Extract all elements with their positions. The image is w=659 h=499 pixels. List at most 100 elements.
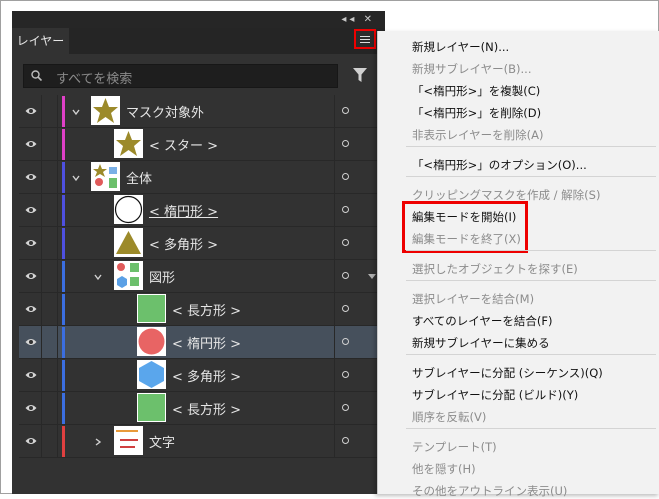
layer-row[interactable]: < 長方形 > bbox=[19, 392, 382, 425]
column-divider bbox=[334, 392, 335, 425]
layer-row[interactable]: < 長方形 > bbox=[19, 293, 382, 326]
eye-icon[interactable] bbox=[25, 139, 37, 149]
layer-row[interactable]: < 多角形 > bbox=[19, 227, 382, 260]
layer-thumbnail bbox=[137, 294, 166, 323]
column-divider bbox=[41, 425, 42, 458]
target-circle-icon[interactable] bbox=[342, 404, 349, 411]
layer-color-bar bbox=[62, 360, 65, 391]
panel-menu-button[interactable] bbox=[354, 29, 376, 49]
menu-item[interactable]: 非表示レイヤーを削除(A) bbox=[412, 127, 544, 143]
eye-icon[interactable] bbox=[25, 403, 37, 413]
menu-item[interactable]: 編集モードを終了(X) bbox=[412, 231, 521, 247]
chevron-down-icon[interactable] bbox=[70, 172, 82, 184]
menu-item[interactable]: すべてのレイヤーを結合(F) bbox=[412, 313, 552, 329]
eye-icon[interactable] bbox=[25, 106, 37, 116]
target-circle-icon[interactable] bbox=[342, 107, 349, 114]
menu-item[interactable]: 編集モードを開始(I) bbox=[412, 209, 516, 225]
menu-item[interactable]: 「<楕円形>」のオプション(O)... bbox=[412, 157, 587, 173]
column-divider bbox=[334, 227, 335, 260]
eye-icon[interactable] bbox=[25, 436, 37, 446]
layer-row[interactable]: 図形 bbox=[19, 260, 382, 293]
column-divider bbox=[41, 326, 42, 359]
search-input[interactable]: すべてを検索 bbox=[23, 64, 338, 88]
menu-item[interactable]: 新規レイヤー(N)... bbox=[412, 39, 509, 55]
layer-color-bar bbox=[62, 327, 65, 358]
layer-row[interactable]: 全体 bbox=[19, 161, 382, 194]
column-divider bbox=[41, 128, 42, 161]
column-divider bbox=[334, 293, 335, 326]
layer-color-bar bbox=[62, 129, 65, 160]
column-divider bbox=[334, 425, 335, 458]
filter-icon[interactable] bbox=[353, 68, 367, 82]
eye-icon[interactable] bbox=[25, 370, 37, 380]
menu-item[interactable]: 「<楕円形>」を複製(C) bbox=[412, 83, 540, 99]
menu-item[interactable]: その他をアウトライン表示(U) bbox=[412, 483, 567, 499]
layer-label: < 長方形 > bbox=[172, 304, 242, 319]
menu-item[interactable]: 新規サブレイヤーに集める bbox=[412, 335, 550, 351]
target-circle-icon[interactable] bbox=[342, 305, 349, 312]
target-circle-icon[interactable] bbox=[342, 371, 349, 378]
menu-item[interactable]: サブレイヤーに分配 (ビルド)(Y) bbox=[412, 387, 578, 403]
column-divider bbox=[57, 392, 58, 425]
menu-item[interactable]: 他を隠す(H) bbox=[412, 461, 476, 477]
target-circle-icon[interactable] bbox=[342, 206, 349, 213]
layer-row[interactable]: < 多角形 > bbox=[19, 359, 382, 392]
eye-icon[interactable] bbox=[25, 172, 37, 182]
layer-thumbnail bbox=[114, 261, 143, 290]
target-circle-icon[interactable] bbox=[342, 437, 349, 444]
layer-thumbnail bbox=[114, 228, 143, 257]
layer-thumbnail bbox=[91, 162, 120, 191]
menu-item[interactable]: クリッピングマスクを作成 / 解除(S) bbox=[412, 187, 600, 203]
menu-separator bbox=[406, 280, 656, 281]
menu-item[interactable]: 選択したオブジェクトを探す(E) bbox=[412, 261, 578, 277]
column-divider bbox=[334, 326, 335, 359]
target-circle-icon[interactable] bbox=[342, 272, 349, 279]
column-divider bbox=[41, 161, 42, 194]
layer-color-bar bbox=[62, 426, 65, 457]
eye-icon[interactable] bbox=[25, 271, 37, 281]
eye-icon[interactable] bbox=[25, 337, 37, 347]
eye-icon[interactable] bbox=[25, 205, 37, 215]
menu-item[interactable]: 「<楕円形>」を削除(D) bbox=[412, 105, 541, 121]
chevron-right-icon[interactable] bbox=[92, 436, 104, 448]
layer-label: 全体 bbox=[126, 172, 153, 187]
layer-row[interactable]: マスク対象外 bbox=[19, 95, 382, 128]
column-divider bbox=[334, 260, 335, 293]
eye-icon[interactable] bbox=[25, 304, 37, 314]
menu-item[interactable]: 順序を反転(V) bbox=[412, 409, 486, 425]
column-divider bbox=[41, 260, 42, 293]
eye-icon[interactable] bbox=[25, 238, 37, 248]
column-divider bbox=[41, 227, 42, 260]
column-divider bbox=[334, 161, 335, 194]
column-divider bbox=[41, 194, 42, 227]
chevron-down-icon[interactable] bbox=[92, 271, 104, 283]
layer-row[interactable]: < 楕円形 > bbox=[19, 326, 382, 359]
layer-thumbnail bbox=[137, 393, 166, 422]
layer-label: < 楕円形 > bbox=[149, 205, 219, 220]
layer-label: < 楕円形 > bbox=[172, 337, 242, 352]
layer-thumbnail bbox=[114, 195, 143, 224]
column-divider bbox=[57, 128, 58, 161]
layer-thumbnail bbox=[137, 327, 166, 356]
chevron-down-icon[interactable] bbox=[70, 106, 82, 118]
layer-label: 図形 bbox=[149, 271, 176, 286]
target-circle-icon[interactable] bbox=[342, 338, 349, 345]
menu-item[interactable]: 選択レイヤーを結合(M) bbox=[412, 291, 534, 307]
tab-layers[interactable]: レイヤー bbox=[12, 28, 69, 54]
target-circle-icon[interactable] bbox=[342, 239, 349, 246]
layer-row[interactable]: < 楕円形 > bbox=[19, 194, 382, 227]
column-divider bbox=[41, 293, 42, 326]
collapse-close-icons[interactable]: ◂◂ ✕ bbox=[341, 14, 375, 25]
menu-item[interactable]: サブレイヤーに分配 (シーケンス)(Q) bbox=[412, 365, 603, 381]
menu-item[interactable]: 新規サブレイヤー(B)... bbox=[412, 61, 531, 77]
tab-bar: レイヤー bbox=[12, 28, 385, 54]
layer-row[interactable]: 文字 bbox=[19, 425, 382, 458]
target-circle-icon[interactable] bbox=[342, 173, 349, 180]
column-divider bbox=[57, 326, 58, 359]
menu-item[interactable]: テンプレート(T) bbox=[412, 439, 497, 455]
layer-row[interactable]: < スター > bbox=[19, 128, 382, 161]
target-circle-icon[interactable] bbox=[342, 140, 349, 147]
layer-color-bar bbox=[62, 228, 65, 259]
layer-thumbnail bbox=[91, 96, 120, 125]
column-divider bbox=[334, 359, 335, 392]
